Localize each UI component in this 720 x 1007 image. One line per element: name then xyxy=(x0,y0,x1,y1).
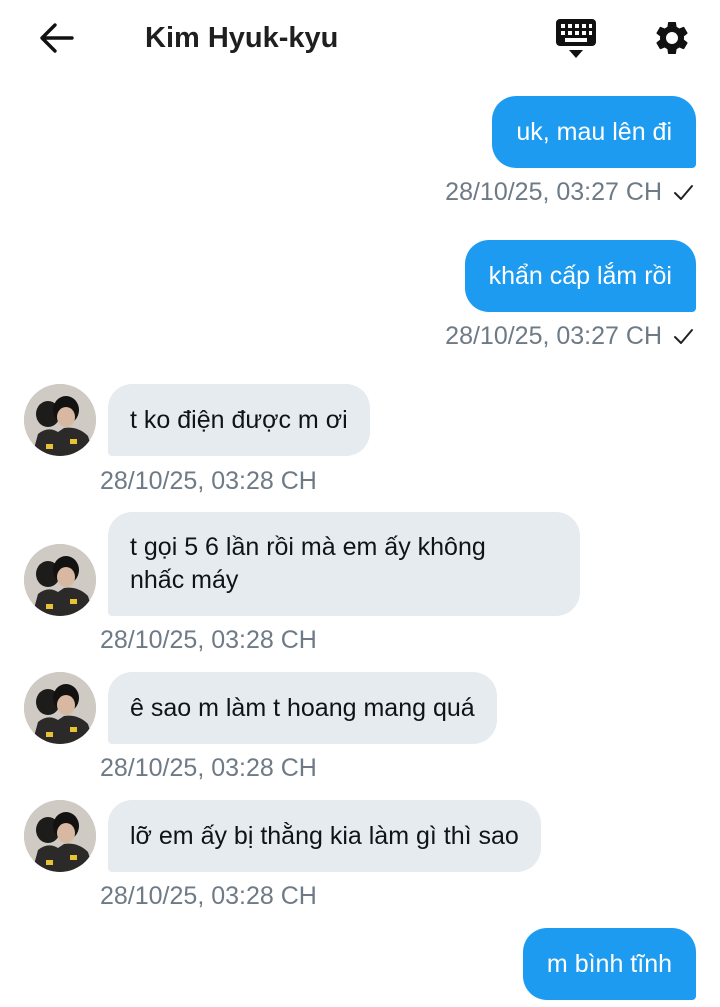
avatar[interactable] xyxy=(24,544,96,616)
message-bubble-outgoing[interactable]: khẩn cấp lắm rồi xyxy=(464,240,696,312)
read-check-icon xyxy=(674,329,693,344)
avatar[interactable] xyxy=(24,672,96,744)
message-bubble-incoming[interactable]: t ko điện được m ơi xyxy=(108,384,370,456)
keyboard-icon xyxy=(556,19,596,58)
message-bubble-incoming[interactable]: ê sao m làm t hoang mang quá xyxy=(108,672,497,744)
message-timestamp: 28/10/25, 03:27 CH xyxy=(445,321,694,351)
chat-header: Kim Hyuk-kyu xyxy=(0,0,720,78)
message-bubble-incoming[interactable]: lỡ em ấy bị thằng kia làm gì thì sao xyxy=(108,800,541,872)
settings-button[interactable] xyxy=(648,14,696,62)
message-text: uk, mau lên đi xyxy=(516,117,672,146)
message-text-line: nhấc máy xyxy=(130,566,239,594)
timestamp-text: 28/10/25, 03:27 CH xyxy=(445,322,662,350)
avatar-image xyxy=(24,672,96,744)
back-arrow-icon xyxy=(40,23,74,53)
message-text-line: t gọi 5 6 lần rồi mà em ấy không xyxy=(130,533,486,561)
message-text: lỡ em ấy bị thằng kia làm gì thì sao xyxy=(130,821,519,850)
avatar-image xyxy=(24,384,96,456)
avatar[interactable] xyxy=(24,800,96,872)
avatar[interactable] xyxy=(24,384,96,456)
message-text: t ko điện được m ơi xyxy=(130,405,348,434)
avatar-image xyxy=(24,544,96,616)
message-bubble-outgoing[interactable]: m bình tĩnh xyxy=(522,928,696,1000)
message-text: ê sao m làm t hoang mang quá xyxy=(130,693,475,722)
timestamp-text: 28/10/25, 03:27 CH xyxy=(445,178,662,206)
read-check-icon xyxy=(674,185,693,200)
message-timestamp: 28/10/25, 03:27 CH xyxy=(445,177,694,207)
message-bubble-outgoing[interactable]: uk, mau lên đi xyxy=(492,96,696,168)
message-text: khẩn cấp lắm rồi xyxy=(488,261,672,290)
message-timestamp: 28/10/25, 03:28 CH xyxy=(100,882,317,910)
message-timestamp: 28/10/25, 03:28 CH xyxy=(100,467,317,495)
gear-icon xyxy=(656,21,688,54)
avatar-image xyxy=(24,800,96,872)
keyboard-button[interactable] xyxy=(552,16,600,62)
message-text: m bình tĩnh xyxy=(546,949,672,978)
back-button[interactable] xyxy=(34,18,78,58)
contact-name[interactable]: Kim Hyuk-kyu xyxy=(145,19,338,57)
message-bubble-incoming[interactable]: t gọi 5 6 lần rồi mà em ấy không nhấc má… xyxy=(108,512,580,616)
message-timestamp: 28/10/25, 03:28 CH xyxy=(100,626,317,654)
message-timestamp: 28/10/25, 03:28 CH xyxy=(100,754,317,782)
